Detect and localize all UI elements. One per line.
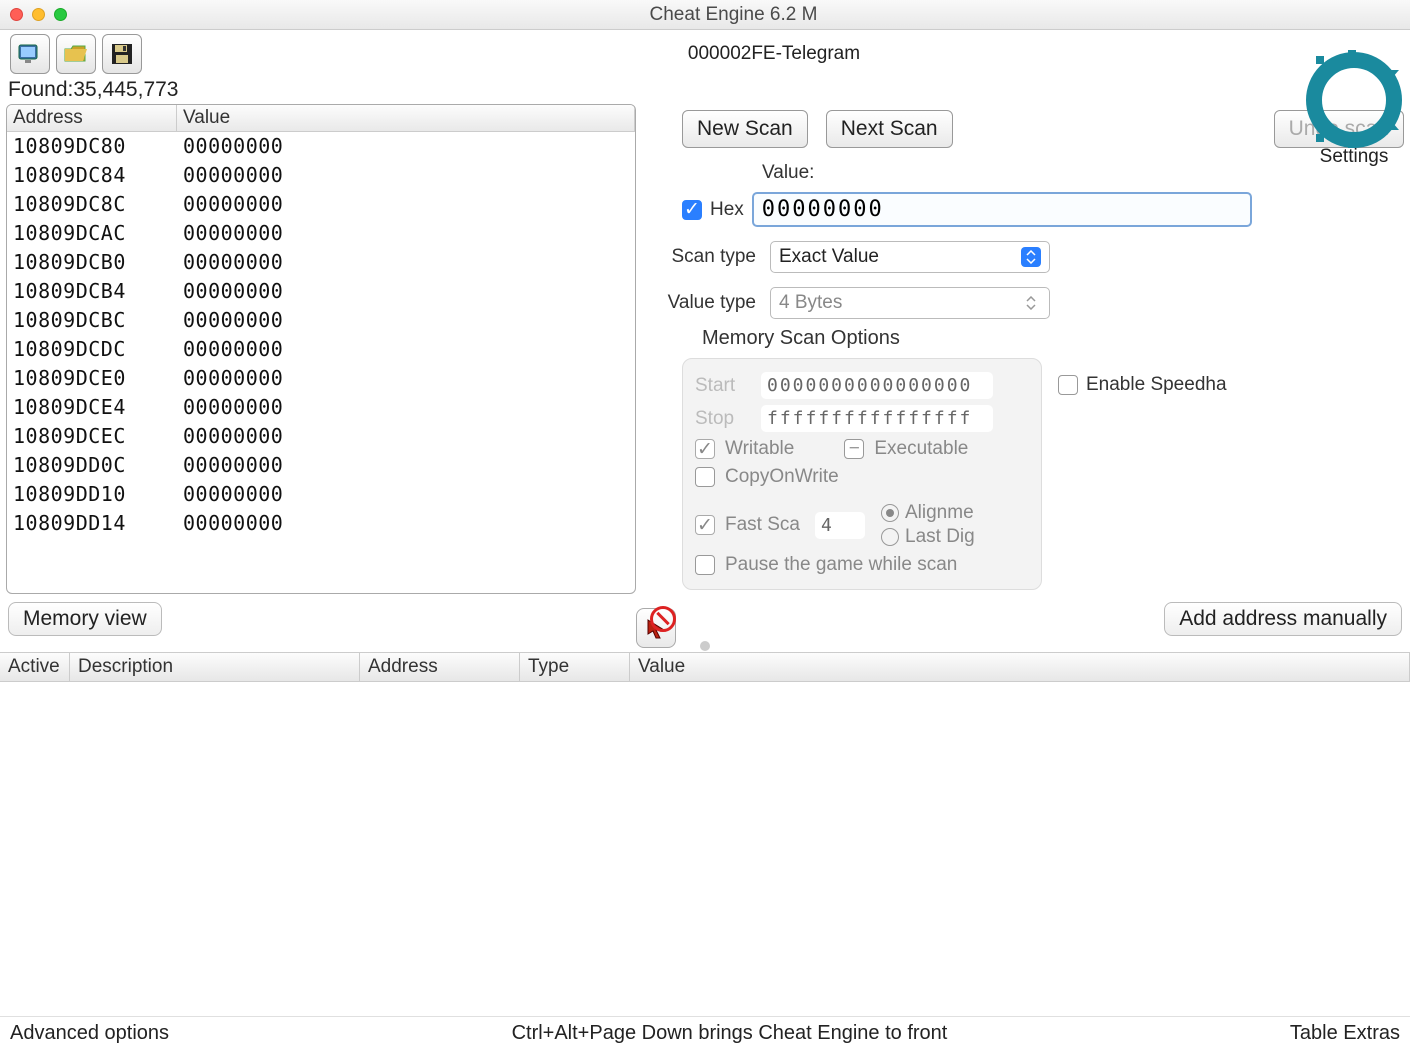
next-scan-button[interactable]: Next Scan bbox=[826, 110, 953, 148]
save-file-button[interactable] bbox=[102, 34, 142, 74]
value-label: Value: bbox=[762, 162, 814, 184]
enable-speedhack-label: Enable Speedha bbox=[1086, 374, 1227, 396]
hex-label: Hex bbox=[710, 199, 744, 221]
save-disk-icon bbox=[109, 41, 135, 67]
settings-label[interactable]: Settings bbox=[1320, 146, 1389, 168]
window-title: Cheat Engine 6.2 M bbox=[67, 4, 1400, 26]
results-row[interactable]: 10809DC8C00000000 bbox=[7, 190, 635, 219]
results-row[interactable]: 10809DC8400000000 bbox=[7, 161, 635, 190]
results-body[interactable]: 10809DC800000000010809DC840000000010809D… bbox=[7, 132, 635, 587]
toolbar: 000002FE-Telegram bbox=[0, 30, 1410, 76]
new-scan-button[interactable]: New Scan bbox=[682, 110, 808, 148]
status-hint: Ctrl+Alt+Page Down brings Cheat Engine t… bbox=[512, 1022, 948, 1045]
address-list-header: Active Description Address Type Value bbox=[0, 652, 1410, 682]
last-digits-radio[interactable] bbox=[881, 528, 899, 546]
scan-type-label: Scan type bbox=[660, 246, 756, 268]
results-row[interactable]: 10809DCDC00000000 bbox=[7, 335, 635, 364]
col-active[interactable]: Active bbox=[0, 653, 70, 681]
scan-type-select[interactable]: Exact Value bbox=[770, 241, 1050, 273]
table-extras-button[interactable]: Table Extras bbox=[1290, 1022, 1400, 1045]
memory-view-button[interactable]: Memory view bbox=[8, 602, 162, 636]
results-row[interactable]: 10809DCAC00000000 bbox=[7, 219, 635, 248]
memory-scan-options-panel: Start Stop ✓ Writable − Executable CopyO… bbox=[682, 358, 1042, 590]
results-row[interactable]: 10809DD0C00000000 bbox=[7, 451, 635, 480]
memory-scan-options-heading: Memory Scan Options bbox=[682, 323, 1404, 354]
pause-while-scan-label: Pause the game while scan bbox=[725, 554, 957, 576]
fastscan-label: Fast Sca bbox=[725, 514, 805, 536]
open-file-button[interactable] bbox=[56, 34, 96, 74]
alignment-radio[interactable] bbox=[881, 504, 899, 522]
close-window-icon[interactable] bbox=[10, 8, 23, 21]
mem-stop-label: Stop bbox=[695, 408, 751, 430]
col-description[interactable]: Description bbox=[70, 653, 360, 681]
col-type[interactable]: Type bbox=[520, 653, 630, 681]
results-row[interactable]: 10809DD1400000000 bbox=[7, 509, 635, 538]
window-controls bbox=[10, 8, 67, 21]
computer-icon bbox=[17, 41, 43, 67]
fastscan-checkbox[interactable]: ✓ bbox=[695, 515, 715, 535]
results-row[interactable]: 10809DCE400000000 bbox=[7, 393, 635, 422]
results-row[interactable]: 10809DCB000000000 bbox=[7, 248, 635, 277]
results-header-address[interactable]: Address bbox=[7, 105, 177, 131]
process-name: 000002FE-Telegram bbox=[148, 43, 1400, 65]
select-process-button[interactable] bbox=[10, 34, 50, 74]
cheat-engine-logo-icon[interactable] bbox=[1304, 50, 1404, 150]
copyonwrite-label: CopyOnWrite bbox=[725, 466, 839, 488]
value-type-value: 4 Bytes bbox=[779, 292, 842, 314]
writable-label: Writable bbox=[725, 438, 794, 460]
add-address-manually-button[interactable]: Add address manually bbox=[1164, 602, 1402, 636]
results-row[interactable]: 10809DCBC00000000 bbox=[7, 306, 635, 335]
last-digits-label: Last Dig bbox=[905, 526, 975, 548]
dropdown-icon bbox=[1021, 247, 1041, 267]
col-address[interactable]: Address bbox=[360, 653, 520, 681]
splitter-handle[interactable] bbox=[0, 640, 1410, 652]
value-type-label: Value type bbox=[660, 292, 756, 314]
fastscan-value-input[interactable] bbox=[815, 512, 865, 539]
pause-while-scan-checkbox[interactable] bbox=[695, 555, 715, 575]
writable-checkbox[interactable]: ✓ bbox=[695, 439, 715, 459]
folder-open-icon bbox=[63, 41, 89, 67]
clear-list-icon[interactable] bbox=[650, 606, 676, 632]
hex-checkbox[interactable]: ✓ bbox=[682, 200, 702, 220]
scan-type-value: Exact Value bbox=[779, 246, 879, 268]
results-row[interactable]: 10809DCE000000000 bbox=[7, 364, 635, 393]
results-row[interactable]: 10809DD1000000000 bbox=[7, 480, 635, 509]
titlebar: Cheat Engine 6.2 M bbox=[0, 0, 1410, 30]
results-row[interactable]: 10809DC8000000000 bbox=[7, 132, 635, 161]
executable-label: Executable bbox=[874, 438, 968, 460]
scan-value-input[interactable] bbox=[752, 192, 1252, 227]
col-value[interactable]: Value bbox=[630, 653, 1410, 681]
results-row[interactable]: 10809DCEC00000000 bbox=[7, 422, 635, 451]
mem-start-input[interactable] bbox=[761, 372, 993, 399]
minimize-window-icon[interactable] bbox=[32, 8, 45, 21]
scan-results-table: Address Value 10809DC800000000010809DC84… bbox=[6, 104, 636, 594]
executable-checkbox[interactable]: − bbox=[844, 439, 864, 459]
mem-stop-input[interactable] bbox=[761, 405, 993, 432]
results-row[interactable]: 10809DCB400000000 bbox=[7, 277, 635, 306]
mem-start-label: Start bbox=[695, 375, 751, 397]
found-count-label: Found:35,445,773 bbox=[0, 76, 1410, 104]
address-list-body[interactable] bbox=[0, 682, 1410, 902]
alignment-label: Alignme bbox=[905, 502, 974, 524]
status-bar: Advanced options Ctrl+Alt+Page Down brin… bbox=[0, 1016, 1410, 1050]
enable-speedhack-checkbox[interactable] bbox=[1058, 375, 1078, 395]
zoom-window-icon[interactable] bbox=[54, 8, 67, 21]
advanced-options-button[interactable]: Advanced options bbox=[10, 1022, 169, 1045]
copyonwrite-checkbox[interactable] bbox=[695, 467, 715, 487]
dropdown-icon bbox=[1021, 293, 1041, 313]
value-type-select[interactable]: 4 Bytes bbox=[770, 287, 1050, 319]
results-header-value[interactable]: Value bbox=[177, 105, 635, 131]
